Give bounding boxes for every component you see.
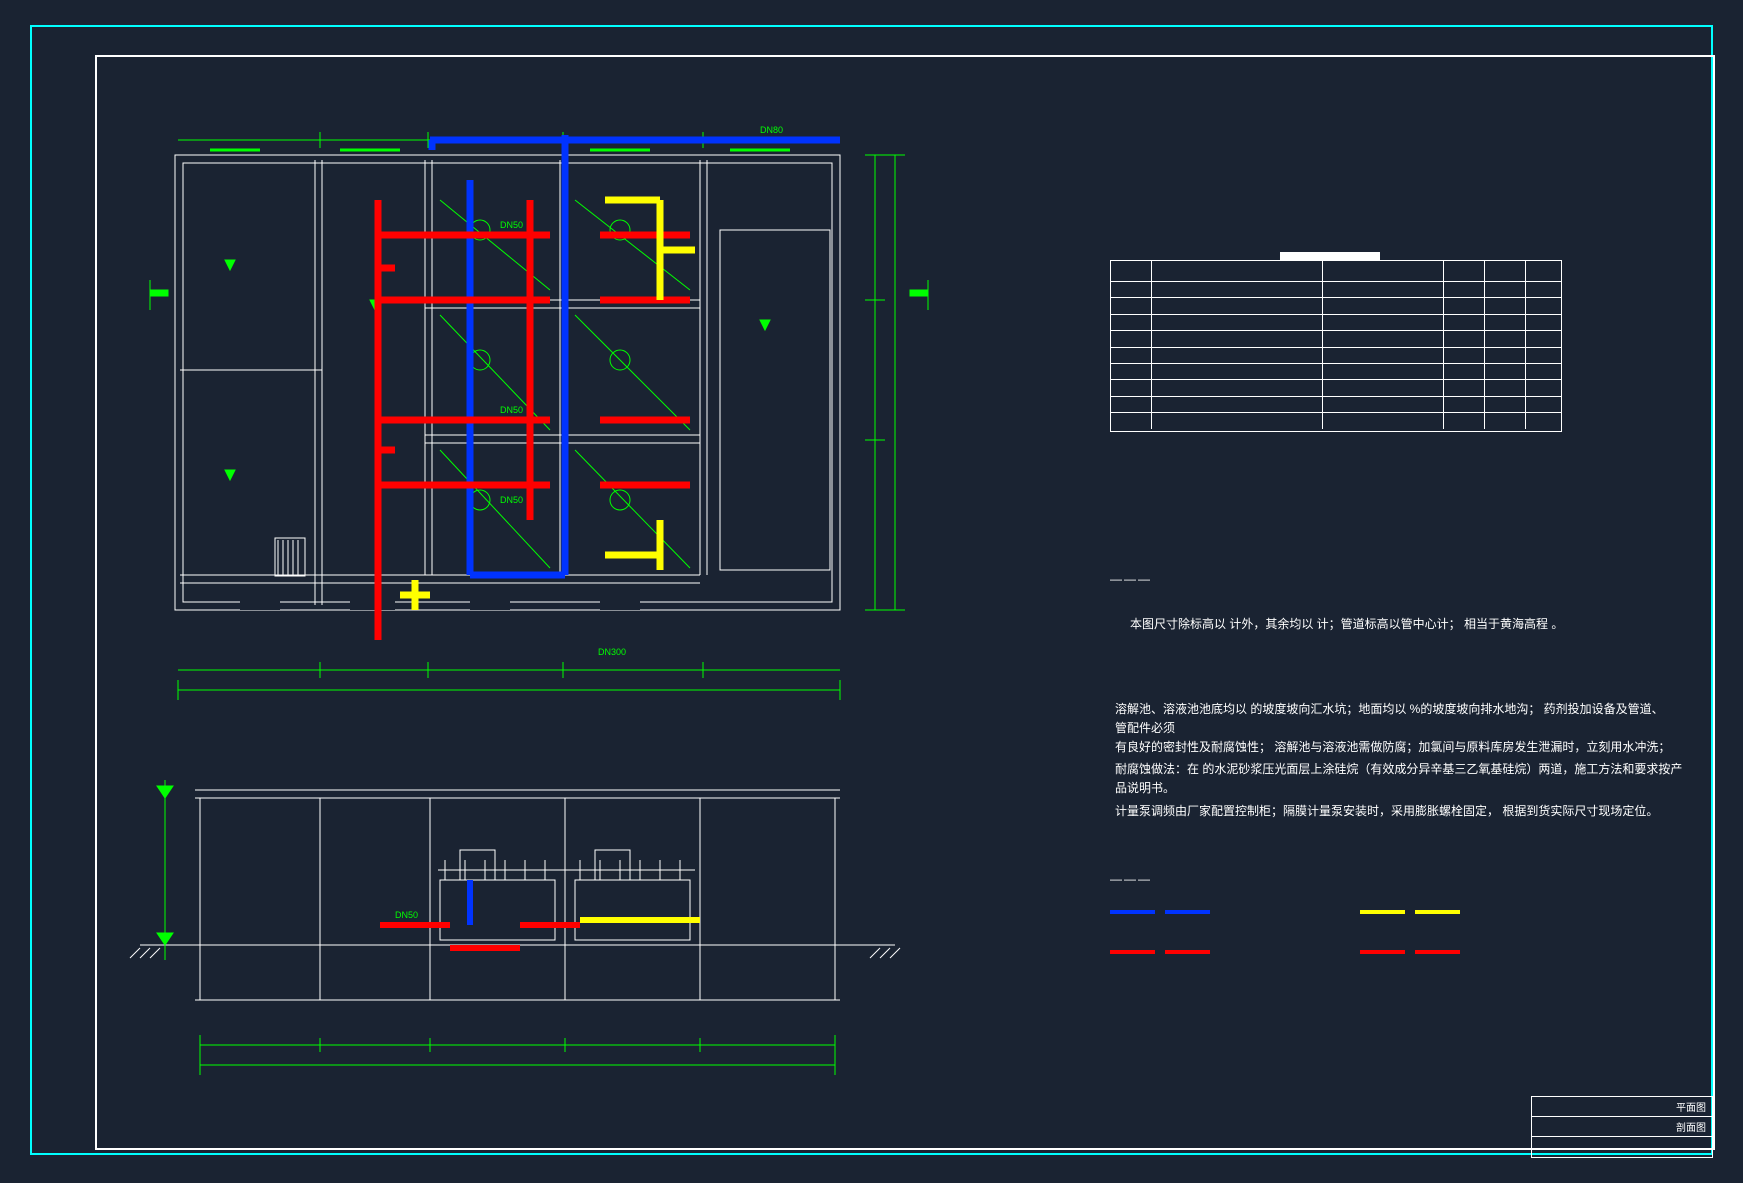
section-label-dn50: DN50 bbox=[395, 910, 418, 920]
section-view: DN50 bbox=[0, 0, 1743, 1183]
